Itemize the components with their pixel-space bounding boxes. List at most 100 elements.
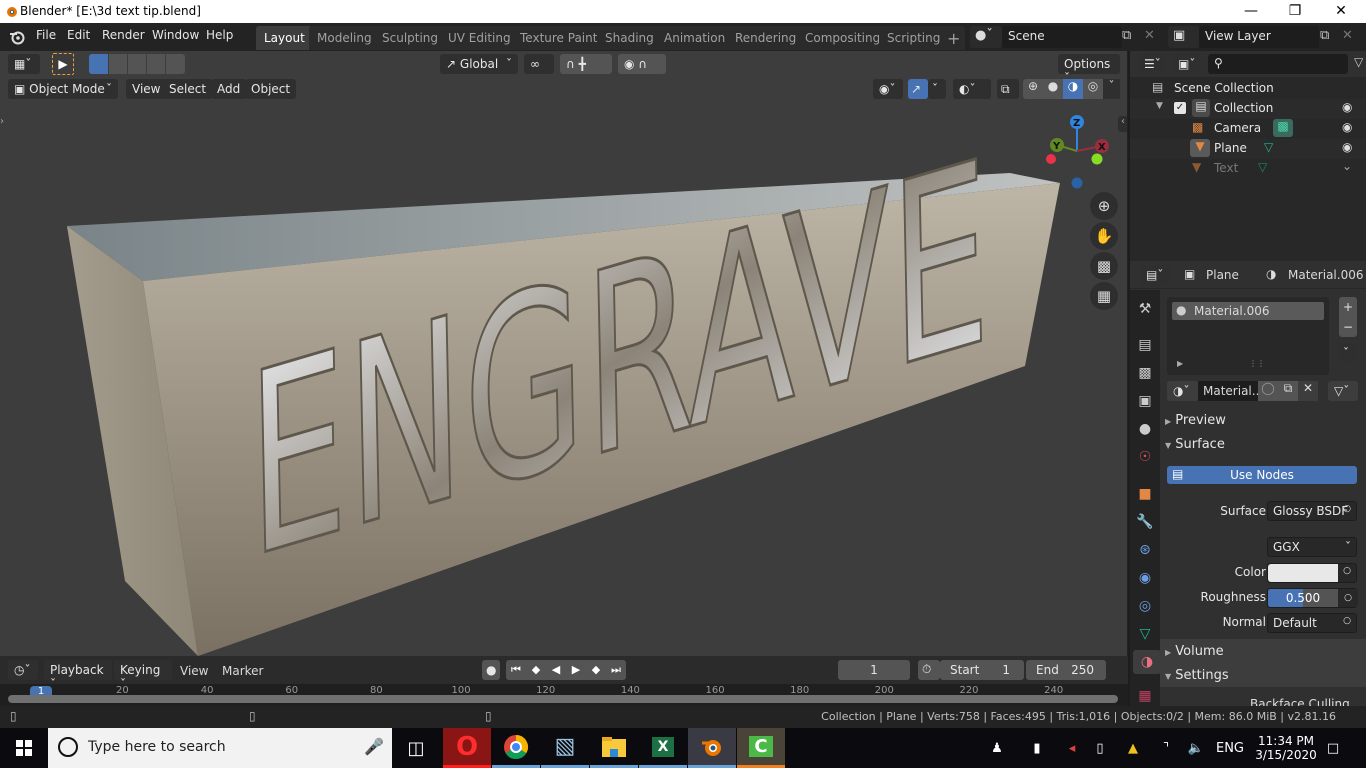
view-layer-name-field[interactable]: View Layer [1199,26,1319,48]
gizmo-neg-y[interactable] [1091,153,1103,165]
taskbar-app-excel[interactable]: X [639,728,687,768]
timeline-editor-type-button[interactable]: ◷ˇ [8,660,38,680]
taskbar-app-camtasia[interactable]: C [737,728,785,768]
tab-sculpting[interactable]: Sculpting [374,26,447,50]
pivot-point-dropdown[interactable]: ∞ [524,54,554,74]
section-volume[interactable]: ▶ Volume [1165,644,1224,659]
task-view-button[interactable]: ◫ [392,728,440,768]
eye-icon[interactable]: ◉ [1342,100,1352,114]
tab-texture-paint[interactable]: Texture Paint [512,26,606,50]
unlink-material-icon[interactable]: ✕ [1298,381,1318,401]
expand-arrow-icon[interactable]: ▶ [1177,359,1183,368]
playback-dropdown[interactable]: Playback ˇ [44,660,112,691]
menu-select[interactable]: Select [163,79,213,99]
duplicate-material-icon[interactable]: ⧉ [1278,381,1298,401]
jump-end-button[interactable]: ⏭ [606,660,626,680]
security-warning-icon[interactable]: ▲ [1122,728,1144,768]
menu-help[interactable]: Help [206,28,233,42]
zoom-view-button[interactable]: ⊕ [1090,192,1118,220]
gizmo-neg-x[interactable] [1046,154,1056,164]
tab-object[interactable]: ■ [1133,482,1157,506]
language-indicator[interactable]: ENG [1214,728,1246,768]
color-field[interactable]: ○ [1267,563,1357,583]
select-tool-button[interactable]: ▶ [52,53,74,75]
record-button[interactable]: ● [482,660,500,680]
prev-keyframe-button[interactable]: ◆ [526,660,546,680]
solid-shading-button[interactable]: ● [1043,79,1063,99]
usb-icon[interactable]: ▯ [1090,728,1110,768]
3d-viewport[interactable]: ENGRAVE ▦ˇ ▶ ↗ Global ˇ ∞ ∩ ╋ ◉ ∩ Option… [0,51,1128,656]
taskbar-app-opera[interactable]: O [443,728,491,768]
normal-field[interactable]: Default ○ [1267,613,1357,633]
timeline-scrollbar[interactable] [8,695,1118,703]
keying-dropdown[interactable]: Keying ˇ [114,660,172,691]
section-preview[interactable]: ▶ Preview [1165,413,1226,428]
select-intersect-button[interactable] [165,54,185,74]
color-swatch[interactable] [1268,564,1338,582]
hidden-eye-icon[interactable]: ⌄ [1342,159,1352,173]
eye-icon[interactable]: ◉ [1342,140,1352,154]
new-view-layer-icon[interactable]: ⧉ [1320,28,1329,43]
camera-view-button[interactable]: ▩ [1090,252,1118,280]
scene-name-field[interactable]: Scene [1002,26,1122,48]
outliner-row-collection[interactable]: ▼ ✓ ▤ Collection ◉ [1130,99,1366,119]
tab-constraints[interactable]: ◎ [1133,594,1157,618]
rendered-shading-button[interactable]: ◎ [1083,79,1103,99]
jump-start-button[interactable]: ⏮ [506,660,526,680]
shading-options-dropdown[interactable]: ˇ [1103,79,1120,99]
tab-physics[interactable]: ◉ [1133,566,1157,590]
speaker-muted-icon[interactable]: ◂ [1062,728,1082,768]
navigation-gizmo[interactable]: Z Y X [1040,113,1115,193]
gizmo-dropdown[interactable]: ˇ [928,79,946,99]
sidebar-toggle[interactable]: ‹ [1118,116,1127,132]
material-slot-list[interactable]: ● Material.006 ▶ ⋮⋮ [1167,297,1329,375]
surface-shader-field[interactable]: Glossy BSDF ○ [1267,501,1357,521]
tab-material[interactable]: ◑ [1133,650,1161,674]
tab-rendering[interactable]: Rendering [727,26,805,50]
current-frame-field[interactable]: 1 [838,660,910,680]
tab-render[interactable]: ▤ [1133,333,1157,357]
material-preview-button[interactable]: ◑ [1063,79,1083,99]
fake-user-icon[interactable]: ◯ [1258,381,1278,401]
menu-edit[interactable]: Edit [67,28,90,42]
restore-button[interactable]: ❐ [1272,0,1318,23]
material-name-field[interactable]: Material.. [1198,381,1259,401]
editor-type-button[interactable]: ▦ˇ [8,54,40,74]
mesh-data-icon[interactable]: ▽ [1264,140,1273,154]
tab-scene[interactable]: ● [1133,417,1157,441]
people-icon[interactable]: ♟ [985,728,1009,768]
menu-view[interactable]: View [126,79,167,99]
action-center-icon[interactable]: □ [1320,728,1346,768]
tab-shading[interactable]: Shading [597,26,662,50]
tab-layout[interactable]: Layout [256,26,313,50]
eye-icon[interactable]: ◉ [1342,120,1352,134]
mesh-data-icon[interactable]: ▽ [1258,160,1267,174]
exclude-checkbox[interactable]: ✓ [1174,102,1186,114]
add-slot-button[interactable]: + [1339,297,1357,317]
select-subtract-button[interactable] [127,54,146,74]
section-surface[interactable]: ▼ Surface [1165,437,1225,452]
overlays-toggle[interactable]: ◐ˇ [953,79,991,99]
volume-icon[interactable]: 🔈 [1185,728,1207,768]
menu-add[interactable]: Add [211,79,247,99]
menu-file[interactable]: File [36,28,56,42]
start-button[interactable] [0,728,48,768]
roughness-slider[interactable]: 0.500 ○ [1267,588,1358,608]
battery-icon[interactable]: ▮ [1025,728,1049,768]
gizmo-toggle[interactable]: ↗ [908,79,928,99]
slot-specials-dropdown[interactable]: ˇ [1339,343,1357,363]
menu-window[interactable]: Window [152,28,199,42]
taskbar-search-box[interactable]: Type here to search 🎤 [48,728,392,768]
tab-output[interactable]: ▩ [1133,361,1157,385]
end-frame-field[interactable]: End 250 [1026,660,1106,680]
select-invert-button[interactable] [146,54,165,74]
filter-icon[interactable]: ▽ [1354,55,1363,69]
outliner-search-input[interactable]: ⚲ [1208,54,1348,74]
taskbar-app-blender[interactable] [688,728,736,768]
preview-range-toggle[interactable]: ⏱ [918,660,940,680]
section-settings[interactable]: ▼ Settings [1165,668,1229,683]
gizmo-neg-z[interactable] [1071,177,1083,189]
tab-world[interactable]: ☉ [1133,445,1157,469]
outliner-row-scene-collection[interactable]: ▤ Scene Collection [1130,79,1366,99]
snap-toggle[interactable]: ∩ ╋ [560,54,612,74]
